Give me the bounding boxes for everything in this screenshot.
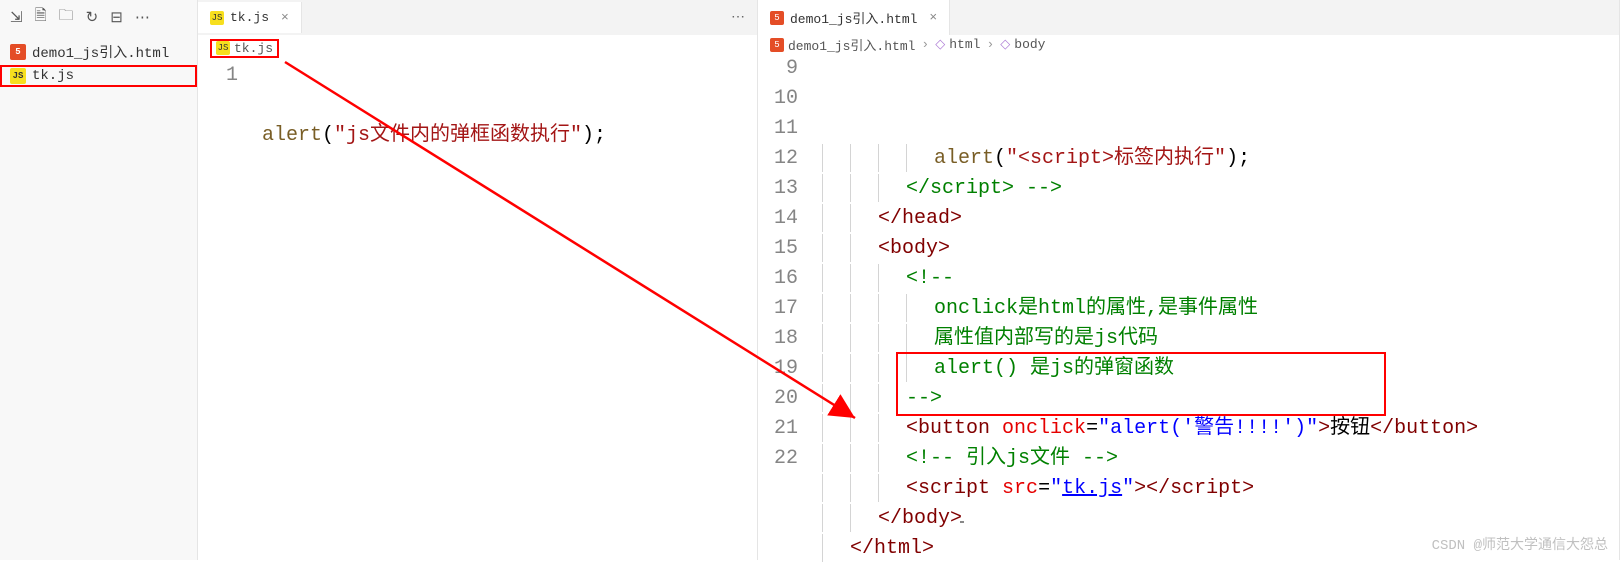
file-list: 5 demo1_js引入.html JS tk.js	[0, 35, 197, 91]
file-label: demo1_js引入.html	[32, 42, 169, 62]
line-number: 12	[758, 144, 798, 174]
explorer-sidebar: ⇲ 🗎 🗀 ↻ ⊟ ⋯ 5 demo1_js引入.html JS tk.js	[0, 0, 198, 560]
line-number: 1	[198, 61, 238, 91]
tab-label: demo1_js引入.html	[790, 8, 917, 27]
tab-bar: JS tk.js × ⋯	[198, 0, 757, 35]
html-file-icon: 5	[770, 11, 784, 25]
code-area-right[interactable]: 910111213141516171819202122 alert("<scri…	[758, 54, 1619, 564]
close-icon[interactable]: ×	[929, 10, 937, 25]
code-line-13[interactable]: <!--	[818, 264, 1619, 294]
code-line-11[interactable]: </head>	[818, 204, 1619, 234]
left-editor-pane: JS tk.js × ⋯ JS tk.js 1 alert("js文件内的弹框函…	[198, 0, 758, 560]
tab-bar: 5 demo1_js引入.html ×	[758, 0, 1619, 35]
code-line-21[interactable]: </body>	[818, 504, 1619, 534]
file-item-demo1[interactable]: 5 demo1_js引入.html	[0, 39, 197, 65]
html-file-icon: 5	[10, 44, 26, 60]
line-number: 18	[758, 324, 798, 354]
line-number: 13	[758, 174, 798, 204]
html-file-icon: 5	[770, 38, 784, 52]
line-number: 17	[758, 294, 798, 324]
refresh-icon[interactable]: ↻	[86, 8, 99, 27]
breadcrumb-label: html	[949, 37, 980, 52]
symbol-icon: ◇	[935, 37, 945, 52]
line-number: 19	[758, 354, 798, 384]
line-number: 14	[758, 204, 798, 234]
new-folder-icon[interactable]: 🗀	[59, 5, 74, 30]
breadcrumb-html[interactable]: ◇ html	[935, 37, 980, 52]
code-lines[interactable]: alert("<script>标签内执行");</script> --></he…	[818, 54, 1619, 564]
breadcrumb-file[interactable]: 5 demo1_js引入.html	[770, 35, 915, 54]
breadcrumb-tkjs[interactable]: JS tk.js	[210, 39, 279, 58]
close-icon[interactable]: ×	[281, 10, 289, 25]
code-line-17[interactable]: -->	[818, 384, 1619, 414]
line-number: 22	[758, 444, 798, 474]
code-line-14[interactable]: onclick是html的属性,是事件属性	[818, 294, 1619, 324]
code-area-left[interactable]: 1 alert("js文件内的弹框函数执行");	[198, 61, 757, 560]
chevron-icon: ›	[921, 37, 929, 52]
right-editor-pane: 5 demo1_js引入.html × 5 demo1_js引入.html › …	[758, 0, 1620, 560]
js-file-icon: JS	[210, 11, 224, 25]
line-number: 10	[758, 84, 798, 114]
explorer-toolbar: ⇲ 🗎 🗀 ↻ ⊟ ⋯	[0, 0, 197, 35]
code-line-1[interactable]: alert("js文件内的弹框函数执行");	[258, 121, 757, 151]
line-number: 15	[758, 234, 798, 264]
breadcrumb-bar: 5 demo1_js引入.html › ◇ html › ◇ body	[758, 35, 1619, 54]
code-line-9[interactable]: alert("<script>标签内执行");	[818, 144, 1619, 174]
tab-tkjs[interactable]: JS tk.js ×	[198, 2, 302, 33]
tab-label: tk.js	[230, 10, 269, 25]
tab-demo1[interactable]: 5 demo1_js引入.html ×	[758, 0, 950, 35]
new-file-icon[interactable]: 🗎	[35, 5, 47, 30]
watermark: CSDN @师范大学通信大怨总	[1432, 534, 1608, 554]
code-line-12[interactable]: <body>	[818, 234, 1619, 264]
collapse-all-icon[interactable]: ⊟	[110, 8, 123, 27]
code-line-16[interactable]: alert() 是js的弹窗函数	[818, 354, 1619, 384]
code-line-15[interactable]: 属性值内部写的是js代码	[818, 324, 1619, 354]
chevron-icon: ›	[986, 37, 994, 52]
line-number: 21	[758, 414, 798, 444]
code-lines[interactable]: alert("js文件内的弹框函数执行");	[258, 61, 757, 560]
breadcrumb-label: body	[1014, 37, 1045, 52]
line-number: 9	[758, 54, 798, 84]
collapse-icon[interactable]: ⇲	[10, 8, 23, 27]
js-file-icon: JS	[10, 68, 26, 84]
breadcrumb-label: demo1_js引入.html	[788, 35, 915, 54]
breadcrumb-body[interactable]: ◇ body	[1000, 37, 1045, 52]
breadcrumb-label: tk.js	[234, 41, 273, 56]
symbol-icon: ◇	[1000, 37, 1010, 52]
tab-actions-icon[interactable]: ⋯	[731, 9, 757, 26]
file-label: tk.js	[32, 68, 74, 84]
code-line-18[interactable]: <button onclick="alert('警告!!!!')">按钮</bu…	[818, 414, 1619, 444]
code-line-10[interactable]: </script> -->	[818, 174, 1619, 204]
line-number: 20	[758, 384, 798, 414]
code-line-20[interactable]: <script src="tk.js"></script>	[818, 474, 1619, 504]
breadcrumb-bar: JS tk.js	[198, 35, 757, 61]
file-item-tkjs[interactable]: JS tk.js	[0, 65, 197, 87]
js-file-icon: JS	[216, 41, 230, 55]
line-number: 16	[758, 264, 798, 294]
more-icon[interactable]: ⋯	[135, 8, 150, 27]
gutter: 910111213141516171819202122	[758, 54, 818, 564]
line-number: 11	[758, 114, 798, 144]
code-line-19[interactable]: <!-- 引入js文件 -->	[818, 444, 1619, 474]
gutter: 1	[198, 61, 258, 560]
